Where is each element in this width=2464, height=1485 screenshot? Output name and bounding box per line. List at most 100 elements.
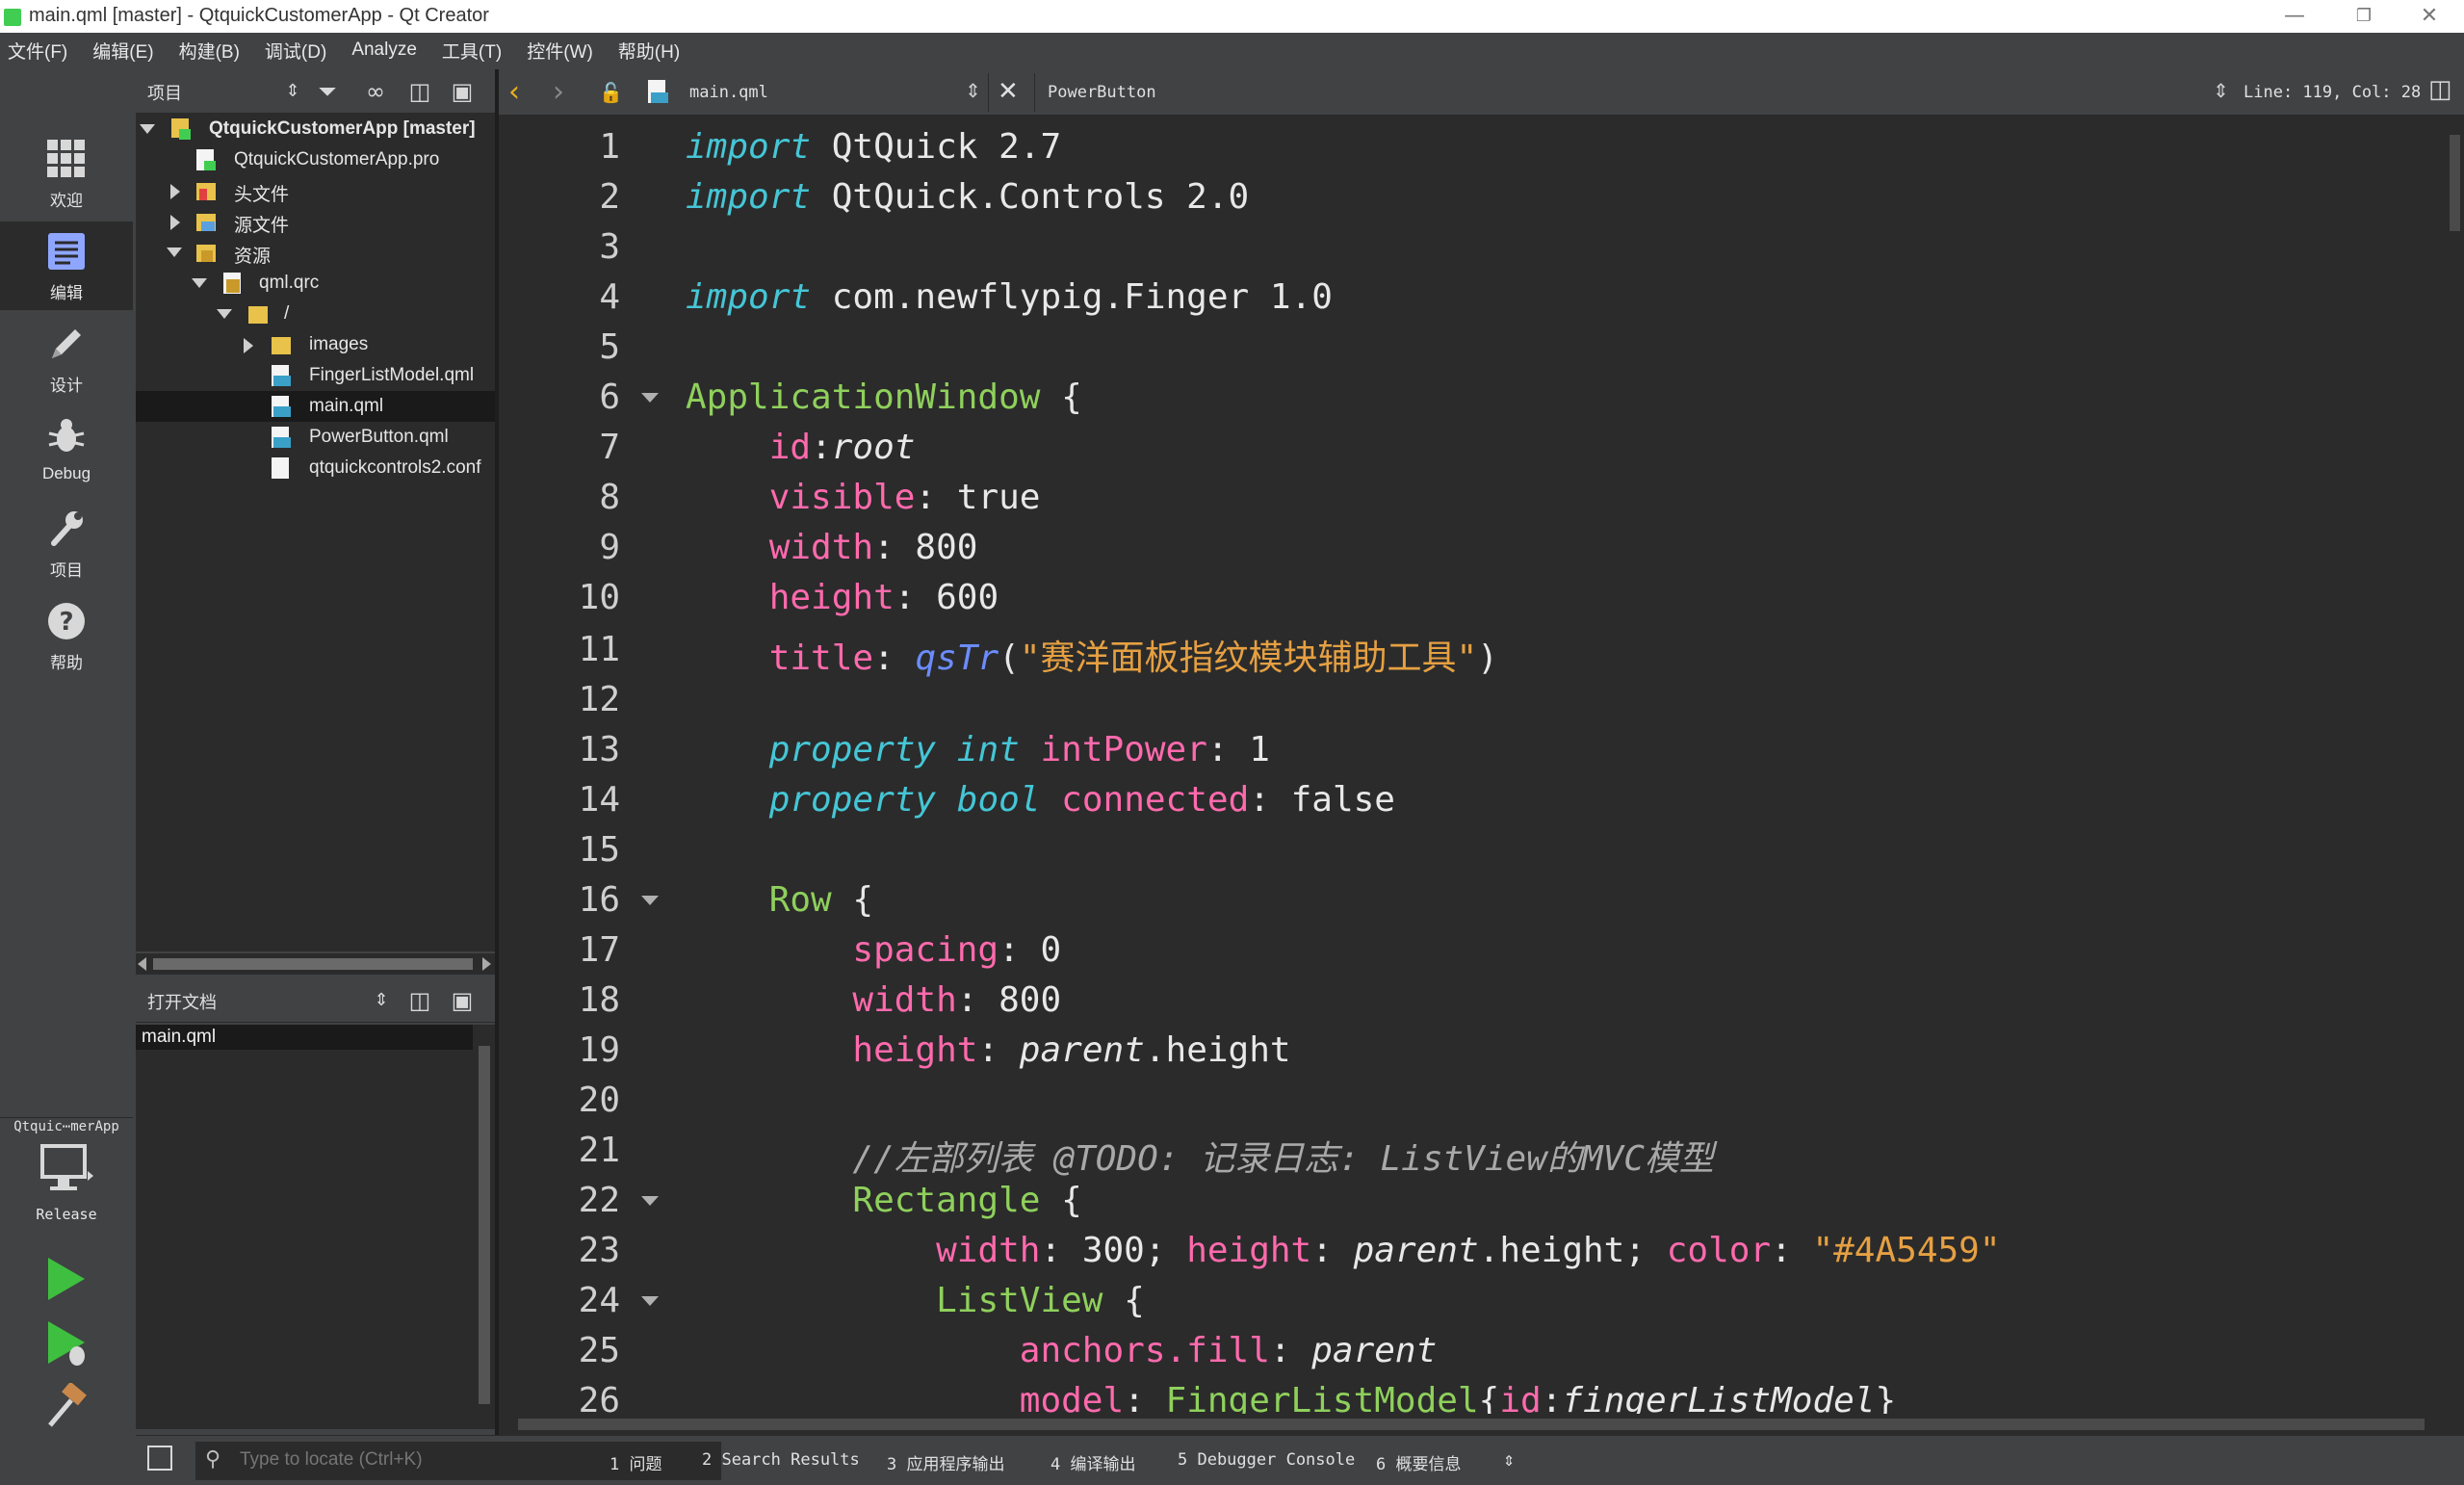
code-line[interactable]: property int intPower: 1 [686,730,1270,769]
code-line[interactable]: width: 800 [686,528,978,567]
tab-general-messages[interactable]: 6 概要信息 [1376,1450,1461,1474]
filter-icon[interactable]: ⏷ [313,77,342,106]
code-editor[interactable]: import QtQuick 2.7 import QtQuick.Control… [678,116,2446,1414]
run-icon[interactable] [44,1256,87,1302]
code-line[interactable]: import com.newflypig.Finger 1.0 [686,277,1333,317]
mode-help[interactable]: ? 帮助 [0,591,133,680]
open-docs-vscrollbar[interactable] [475,1025,494,1429]
close-file-icon[interactable]: ✕ [998,77,1019,106]
kit-selector[interactable] [39,1142,94,1200]
code-line[interactable]: import QtQuick.Controls 2.0 [686,177,1249,217]
menu-tools[interactable]: 工具(T) [442,38,502,64]
project-tree-hscrollbar[interactable] [136,953,495,975]
split-icon[interactable]: ◫ [405,986,434,1015]
build-hammer-icon[interactable] [44,1383,87,1429]
code-line[interactable]: ApplicationWindow { [686,378,1082,417]
chevron-right-icon[interactable] [170,184,180,199]
fold-toggle-icon[interactable] [641,393,659,403]
split-editor-icon[interactable]: ◫ [2428,75,2452,104]
minimize-button[interactable]: — [2260,0,2329,33]
tree-item-fingerlistmodel[interactable]: FingerListModel.qml [136,360,495,391]
tree-item-conf[interactable]: qtquickcontrols2.conf [136,453,495,483]
mode-design[interactable]: 设计 [0,314,133,403]
chevron-down-icon[interactable] [140,124,155,134]
menu-help[interactable]: 帮助(H) [618,38,680,64]
scrollbar-thumb[interactable] [2450,135,2460,231]
code-line[interactable]: height: 600 [686,578,999,617]
tab-compile-output[interactable]: 4 编译输出 [1050,1450,1135,1474]
back-arrow-icon[interactable]: ‹ [508,75,520,109]
code-line[interactable]: property bool connected: false [686,780,1395,820]
tab-issues[interactable]: 1 问题 [610,1450,661,1474]
menu-edit[interactable]: 编辑(E) [92,38,153,64]
code-line[interactable]: Row { [686,880,873,920]
forward-arrow-icon[interactable]: › [553,75,564,109]
code-line[interactable]: width: 800 [686,980,1061,1020]
updown-arrows-icon[interactable]: ⇕ [2213,79,2229,102]
tree-item-project[interactable]: QtquickCustomerApp [master] [136,114,495,144]
editor-vscrollbar[interactable] [2446,116,2464,1414]
split-icon[interactable]: ◫ [405,77,434,106]
code-line[interactable]: model: FingerListModel{id:fingerListMode… [686,1381,1896,1414]
scrollbar-thumb[interactable] [518,1419,2425,1430]
updown-arrows-icon[interactable]: ⇕ [965,79,981,102]
updown-arrows-icon[interactable]: ⇕ [1503,1447,1515,1471]
menu-file[interactable]: 文件(F) [8,38,67,64]
mode-projects[interactable]: 项目 [0,499,133,587]
tree-item-powerbutton[interactable]: PowerButton.qml [136,422,495,453]
symbol-selector[interactable]: PowerButton [1048,83,1156,102]
tree-item-main-qml[interactable]: main.qml [136,391,495,422]
chevron-right-icon[interactable] [244,338,253,353]
editor-hscrollbar[interactable] [499,1414,2464,1435]
close-window-button[interactable]: ✕ [2395,0,2464,33]
code-line[interactable]: anchors.fill: parent [686,1331,1438,1370]
menu-debug[interactable]: 调试(D) [265,38,326,64]
chevron-right-icon[interactable] [170,215,180,230]
chevron-down-icon[interactable] [167,248,182,257]
cursor-position[interactable]: Line: 119, Col: 28 [2244,83,2421,102]
scroll-right-icon[interactable] [482,957,491,971]
code-line[interactable]: ListView { [686,1281,1145,1320]
menu-build[interactable]: 构建(B) [179,38,240,64]
tree-item-root-folder[interactable]: / [136,299,495,329]
tree-item-images[interactable]: images [136,329,495,360]
tree-item-sources[interactable]: 源文件 [136,206,495,237]
code-line[interactable]: id:root [686,428,916,467]
link-icon[interactable]: ∞ [361,77,390,106]
scroll-left-icon[interactable] [138,957,146,971]
tree-item-resources[interactable]: 资源 [136,237,495,268]
tree-item-qrc[interactable]: qml.qrc [136,268,495,299]
toggle-sidebar-icon[interactable] [147,1446,172,1471]
tab-app-output[interactable]: 3 应用程序输出 [887,1450,1004,1474]
code-line[interactable]: //左部列表 @TODO: 记录日志: ListView的MVC模型 [686,1131,1714,1181]
chevron-down-icon[interactable] [217,309,232,319]
code-line[interactable]: title: qsTr("赛洋面板指纹模块辅助工具") [686,630,1498,680]
current-file-label[interactable]: main.qml [689,83,768,102]
close-panel-icon[interactable]: ▣ [448,77,477,106]
code-line[interactable]: Rectangle { [686,1181,1081,1220]
scrollbar-thumb[interactable] [153,958,473,970]
code-line[interactable]: height: parent.height [686,1030,1290,1070]
updown-arrows-icon[interactable]: ⇕ [278,77,307,106]
mode-debug[interactable]: Debug [0,406,133,495]
fold-toggle-icon[interactable] [641,896,659,905]
tab-search-results[interactable]: 2 Search Results [702,1450,860,1470]
restore-button[interactable]: ❐ [2329,0,2399,33]
code-line[interactable]: visible: true [686,478,1041,517]
close-panel-icon[interactable]: ▣ [448,986,477,1015]
fold-toggle-icon[interactable] [641,1196,659,1206]
mode-edit[interactable]: 编辑 [0,221,133,310]
updown-arrows-icon[interactable]: ⇕ [367,986,396,1015]
code-line[interactable]: spacing: 0 [686,930,1061,970]
scrollbar-thumb[interactable] [479,1046,490,1404]
menu-widgets[interactable]: 控件(W) [527,38,593,64]
tree-item-headers[interactable]: 头文件 [136,175,495,206]
debug-run-icon[interactable] [44,1319,91,1369]
tab-debugger-console[interactable]: 5 Debugger Console [1178,1450,1355,1470]
menu-analyze[interactable]: Analyze [351,39,417,61]
open-doc-item[interactable]: main.qml [136,1025,473,1050]
tree-item-pro-file[interactable]: QtquickCustomerApp.pro [136,144,495,175]
chevron-down-icon[interactable] [192,278,207,288]
code-line[interactable]: import QtQuick 2.7 [686,127,1061,167]
mode-welcome[interactable]: 欢迎 [0,129,133,218]
